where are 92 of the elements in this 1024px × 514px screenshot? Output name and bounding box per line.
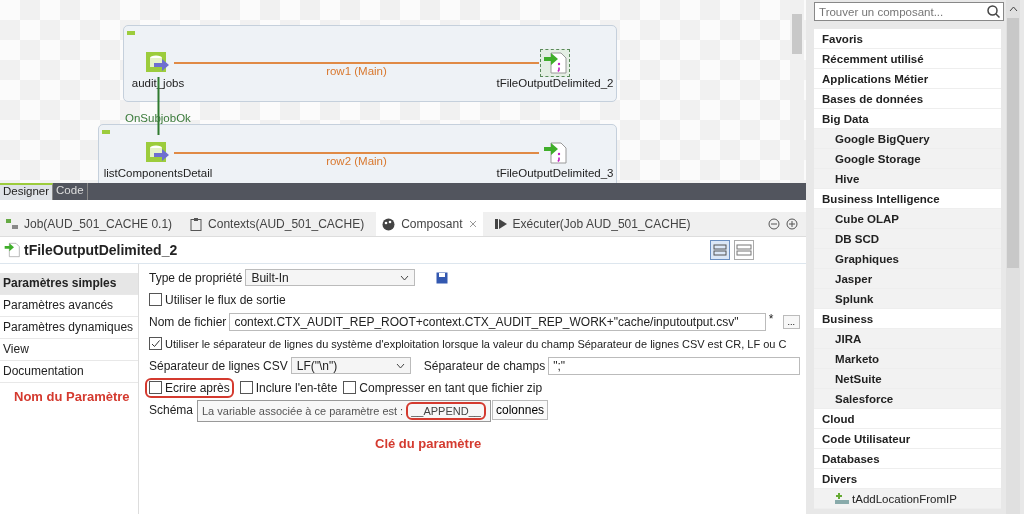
view-tab[interactable]: Job(AUD_501_CACHE 0.1) <box>0 212 179 236</box>
checkbox-box[interactable] <box>149 381 162 394</box>
file-name-field[interactable]: context.CTX_AUDIT_REP_ROOT+context.CTX_AUDIT_REP_WORK+"cache/inputoutput.csv" <box>229 312 766 331</box>
palette-category[interactable]: NetSuite <box>814 369 1002 389</box>
close-icon[interactable] <box>468 220 477 228</box>
database-arrow-icon <box>146 142 170 164</box>
palette-category[interactable]: Google BigQuery <box>814 129 1002 149</box>
component-node[interactable] <box>540 49 570 77</box>
view-tab[interactable]: Exécuter(Job AUD_501_CACHE) <box>488 212 697 236</box>
link-label: row2 (Main) <box>325 155 388 167</box>
checkbox-box[interactable] <box>343 381 357 394</box>
browse-button[interactable]: ... <box>782 314 801 329</box>
palette-component[interactable]: tAddLocationFromIP <box>814 489 1002 509</box>
row-separator-dropdown[interactable]: LF("\n") <box>290 357 411 374</box>
palette-category[interactable]: Hive <box>814 169 1002 189</box>
palette-category[interactable]: Bases de données <box>814 89 1002 109</box>
file-arrow-icon <box>543 142 567 164</box>
file-arrow-icon <box>4 242 20 258</box>
palette-category[interactable]: Marketo <box>814 349 1002 369</box>
palette-category[interactable]: Business Intelligence <box>814 189 1002 209</box>
component-title: tFileOutputDelimited_2 <box>24 242 178 258</box>
run-icon <box>494 218 507 230</box>
field-separator-field[interactable]: ";" <box>548 356 801 375</box>
node-label: listComponentsDetail <box>102 167 214 179</box>
checkbox[interactable]: Inclure l'en-tête <box>239 380 338 395</box>
check-icon <box>151 339 160 348</box>
field-label: Séparateur de champs <box>423 358 546 373</box>
palette-category[interactable]: Divers <box>814 469 1002 489</box>
component-icon <box>835 492 850 505</box>
annotation-label: Clé du paramètre <box>375 436 482 451</box>
node-label: tFileOutputDelimited_3 <box>495 167 615 179</box>
checkbox-box[interactable] <box>149 293 162 306</box>
view-tab[interactable]: Composant <box>376 212 483 236</box>
chevron-up-icon[interactable] <box>1008 6 1018 12</box>
list-layout-icon[interactable] <box>734 240 755 260</box>
checkbox[interactable]: Utiliser le flux de sortie <box>149 292 286 307</box>
annotation-label: Nom du Paramètre <box>14 389 130 404</box>
editor-tab[interactable]: Code <box>53 183 88 200</box>
field-label: Schéma <box>149 402 194 417</box>
settings-nav-item[interactable]: Paramètres simples <box>0 273 138 295</box>
palette-category[interactable]: Cube OLAP <box>814 209 1002 229</box>
palette-category[interactable]: Code Utilisateur <box>814 429 1002 449</box>
settings-nav-item[interactable]: Documentation <box>0 361 138 383</box>
chevron-icon <box>400 274 410 281</box>
tooltip-text: La variable associée à ce paramètre est : <box>202 405 404 417</box>
palette-category[interactable]: Graphiques <box>814 249 1002 269</box>
checkbox[interactable]: Utiliser le séparateur de lignes du système d'exploitation lorsque la valeur du champ Séparateur de lignes CSV est CR, LF ou C <box>149 337 787 350</box>
link-label: row1 (Main) <box>325 65 388 77</box>
field-label: Séparateur de lignes CSV <box>149 358 288 373</box>
database-arrow-icon <box>146 52 170 74</box>
palette-category[interactable]: Google Storage <box>814 149 1002 169</box>
field-label: Nom de fichier <box>149 314 227 329</box>
checkbox[interactable]: Ecrire après <box>149 380 230 395</box>
settings-nav-item[interactable]: Paramètres avancés <box>0 295 138 317</box>
palette-category[interactable]: Big Data <box>814 109 1002 129</box>
search-icon <box>987 5 1001 18</box>
job-icon <box>6 218 18 230</box>
settings-nav-item[interactable]: View <box>0 339 138 361</box>
palette-category[interactable]: Databases <box>814 449 1002 469</box>
palette-category[interactable]: Applications Métier <box>814 69 1002 89</box>
parameter-key: __APPEND__ <box>406 402 486 420</box>
palette-category[interactable]: DB SCD <box>814 229 1002 249</box>
required-mark: * <box>768 312 774 326</box>
table-layout-icon[interactable] <box>710 240 731 260</box>
file-arrow-icon <box>543 52 567 74</box>
settings-nav-item[interactable]: Paramètres dynamiques <box>0 317 138 339</box>
view-tab[interactable]: Contexts(AUD_501_CACHE) <box>184 212 371 236</box>
edit-schema-button[interactable]: colonnes <box>492 399 549 420</box>
maximize-icon[interactable] <box>786 218 799 230</box>
search-field[interactable]: Trouver un composant... <box>814 2 1005 21</box>
palette-category[interactable]: Business <box>814 309 1002 329</box>
palette-category[interactable]: Splunk <box>814 289 1002 309</box>
scrollbar[interactable] <box>1006 0 1020 514</box>
checkbox-box[interactable] <box>239 381 253 394</box>
palette-category[interactable]: Favoris <box>814 29 1002 49</box>
palette-icon <box>382 217 396 231</box>
node-label: tFileOutputDelimited_2 <box>495 77 615 89</box>
palette-category[interactable]: JIRA <box>814 329 1002 349</box>
scrollbar[interactable] <box>790 0 805 183</box>
field-label: Type de propriété <box>149 270 243 285</box>
save-icon[interactable] <box>436 271 449 284</box>
chevron-icon <box>395 362 405 369</box>
palette-category[interactable]: Récemment utilisé <box>814 49 1002 69</box>
palette-category[interactable]: Jasper <box>814 269 1002 289</box>
clipboard-icon <box>190 217 203 231</box>
minimize-icon[interactable] <box>768 218 781 230</box>
checkbox[interactable]: Compresser en tant que fichier zip <box>343 380 543 395</box>
property-type-dropdown[interactable]: Built-In <box>245 269 416 286</box>
palette-category[interactable]: Salesforce <box>814 389 1002 409</box>
editor-tab[interactable]: Designer <box>0 183 54 200</box>
palette-category[interactable]: Cloud <box>814 409 1002 429</box>
checkbox-box[interactable] <box>149 337 162 350</box>
